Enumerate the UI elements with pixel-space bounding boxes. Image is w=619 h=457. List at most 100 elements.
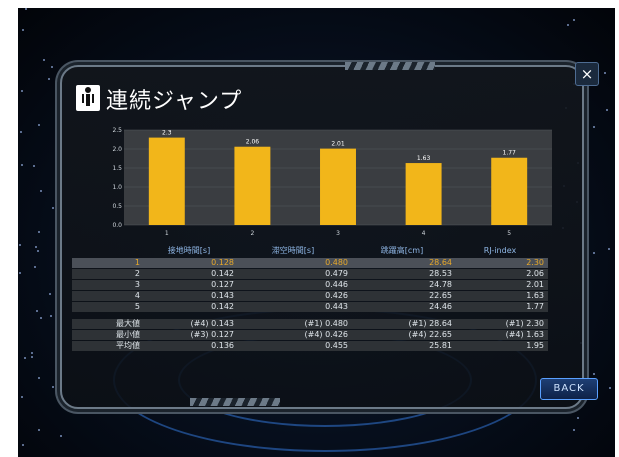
- x-tick-label: 4: [422, 230, 426, 237]
- star: [22, 443, 25, 446]
- star: [39, 190, 42, 193]
- star: [43, 58, 46, 61]
- star: [31, 355, 34, 358]
- table-header-row: 接地時間[s] 滞空時間[s] 跳躍高[cm] RJ-index: [72, 245, 548, 257]
- star: [593, 125, 596, 128]
- table-row[interactable]: 3 0.127 0.446 24.78 2.01: [72, 280, 548, 290]
- star: [32, 165, 35, 168]
- x-tick-label: 5: [507, 230, 511, 237]
- star: [52, 206, 55, 209]
- table-row[interactable]: 5 0.142 0.443 24.46 1.77: [72, 302, 548, 312]
- star: [572, 18, 575, 21]
- stat-cell: 0.136: [211, 341, 234, 350]
- x-tick-label: 1: [165, 230, 169, 237]
- stat-cell: (#1) 0.480: [304, 319, 348, 328]
- star: [605, 109, 608, 112]
- star: [20, 131, 23, 133]
- table-cell: 2.30: [526, 258, 544, 267]
- star: [52, 385, 55, 388]
- star: [34, 265, 37, 268]
- y-tick-label: 0.0: [112, 222, 122, 229]
- stat-cell: 1.95: [526, 341, 544, 350]
- star: [604, 72, 607, 75]
- table-cell: 0.479: [325, 269, 348, 278]
- table-cell: 1.63: [526, 291, 544, 300]
- stat-cell: (#1) 28.64: [408, 319, 452, 328]
- table-row[interactable]: 1 0.128 0.480 28.64 2.30: [72, 258, 548, 268]
- table-row[interactable]: 4 0.143 0.426 22.65 1.63: [72, 291, 548, 301]
- header-jump-height: 跳躍高[cm]: [380, 246, 424, 255]
- star: [587, 193, 590, 196]
- star: [37, 124, 40, 127]
- bar-value-label: 2.06: [246, 139, 260, 146]
- table-cell: 24.78: [429, 280, 452, 289]
- star: [34, 245, 37, 248]
- bar: [320, 148, 356, 225]
- chart-svg: 0.0 0.5 1.0 1.5 2.0 2.5 2.3 1 2.06 2 2.01 3 1.63 4 1.7…: [112, 127, 552, 237]
- star: [23, 357, 26, 359]
- table-row[interactable]: 2 0.142 0.479 28.53 2.06: [72, 269, 548, 279]
- x-tick-label: 2: [250, 230, 254, 237]
- table-cell: 0.443: [325, 302, 348, 311]
- table-cell: 22.65: [429, 291, 452, 300]
- stat-cell: 最大値: [116, 319, 140, 328]
- bar-value-label: 1.63: [417, 155, 431, 162]
- star: [49, 314, 52, 317]
- page-title: 連続ジャンプ: [106, 89, 243, 114]
- star: [608, 247, 611, 250]
- star: [22, 28, 25, 31]
- star: [19, 272, 22, 275]
- table-cell: 28.64: [429, 258, 452, 267]
- table-cell: 0.426: [325, 291, 348, 300]
- y-tick-label: 1.0: [112, 184, 122, 191]
- star: [21, 89, 24, 92]
- stat-cell: (#4) 22.65: [408, 330, 452, 339]
- bar: [148, 137, 185, 225]
- star: [592, 372, 595, 375]
- star: [36, 250, 39, 253]
- bar-value-label: 1.77: [503, 150, 517, 157]
- star: [25, 8, 28, 11]
- table-cell: 0.142: [211, 269, 234, 278]
- star: [21, 395, 24, 398]
- stat-cell: (#1) 2.30: [505, 319, 544, 328]
- x-tick-label: 3: [336, 230, 340, 237]
- table-cell: 0.143: [211, 291, 234, 300]
- stat-cell: 平均値: [116, 341, 140, 350]
- star: [40, 317, 43, 320]
- table-cell: 2: [134, 269, 140, 278]
- star: [30, 351, 33, 354]
- y-tick-label: 0.5: [112, 203, 122, 210]
- table-cell: 0.142: [211, 302, 234, 311]
- star: [51, 66, 54, 68]
- y-tick-label: 2.5: [112, 127, 122, 134]
- stat-cell: (#4) 1.63: [505, 330, 544, 339]
- stat-row: 最大値 (#4) 0.143 (#1) 0.480 (#1) 28.64 (#1) 2.…: [72, 319, 548, 329]
- table-cell: 0.127: [211, 280, 234, 289]
- table-cell: 1: [134, 258, 140, 267]
- stat-cell: (#3) 0.127: [190, 330, 234, 339]
- star: [60, 434, 63, 437]
- table-cell: 0.128: [211, 258, 234, 267]
- table-cell: 1.77: [526, 302, 544, 311]
- back-button[interactable]: BACK: [540, 378, 598, 400]
- star: [37, 376, 40, 379]
- star: [48, 292, 51, 295]
- y-tick-label: 2.0: [112, 146, 122, 153]
- table-cell: 5: [134, 302, 140, 311]
- header-rj-index: RJ-index: [483, 246, 517, 255]
- header-contact-time: 接地時間[s]: [167, 246, 211, 255]
- star: [48, 77, 51, 80]
- table-cell: 2.01: [526, 280, 544, 289]
- table-cell: 0.446: [325, 280, 348, 289]
- frame-decoration-bottom: [190, 398, 280, 406]
- table-cell: 24.46: [429, 302, 452, 311]
- star: [20, 164, 23, 167]
- stat-cell: (#4) 0.426: [304, 330, 348, 339]
- close-button[interactable]: ×: [575, 62, 599, 86]
- table-cell: 0.480: [325, 258, 348, 267]
- star: [593, 251, 596, 254]
- table-cell: 28.53: [429, 269, 452, 278]
- star: [37, 428, 40, 431]
- stat-cell: 25.81: [429, 341, 452, 350]
